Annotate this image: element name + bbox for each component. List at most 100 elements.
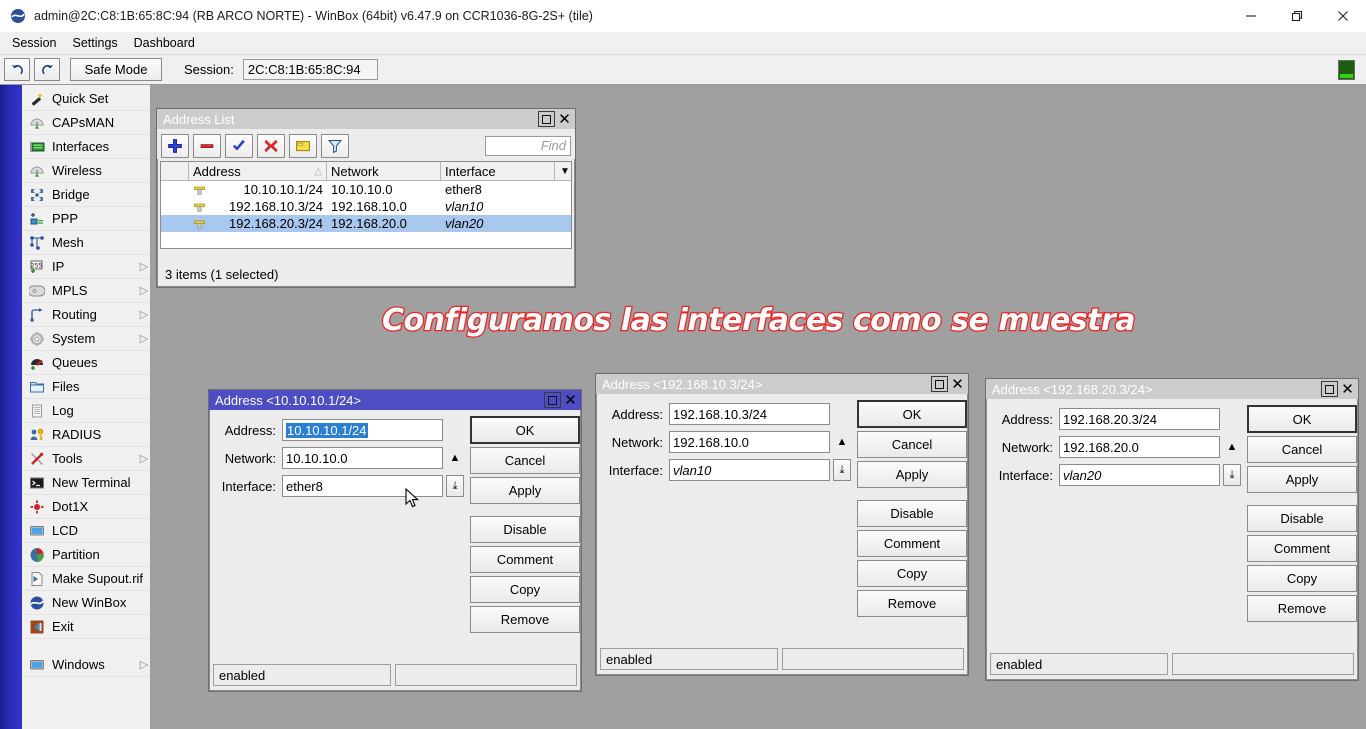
maximize-icon[interactable]	[544, 392, 561, 408]
comment-button[interactable]: Comment	[1247, 535, 1357, 562]
column-chooser-button[interactable]: ▼	[555, 162, 571, 180]
interface-input[interactable]: vlan20	[1059, 464, 1220, 486]
address-field-spacer	[1223, 408, 1241, 430]
cancel-button[interactable]: Cancel	[470, 447, 580, 474]
sidebar-item-interfaces[interactable]: Interfaces	[22, 135, 150, 159]
sidebar-item-bridge[interactable]: Bridge	[22, 183, 150, 207]
table-row[interactable]: 192.168.10.3/24 192.168.10.0 vlan10	[161, 198, 571, 215]
close-button[interactable]	[1320, 0, 1366, 32]
menu-item-settings[interactable]: Settings	[64, 34, 125, 52]
sidebar-item-system[interactable]: System ▷	[22, 327, 150, 351]
sidebar-item-queues[interactable]: Queues	[22, 351, 150, 375]
column-header-network[interactable]: Network	[327, 162, 441, 180]
sidebar-item-mesh[interactable]: Mesh	[22, 231, 150, 255]
network-input[interactable]: 192.168.20.0	[1059, 436, 1220, 458]
close-icon[interactable]: ✕	[949, 376, 966, 392]
sidebar-item-tools[interactable]: Tools ▷	[22, 447, 150, 471]
apply-button[interactable]: Apply	[470, 477, 580, 504]
copy-button[interactable]: Copy	[470, 576, 580, 603]
redo-button[interactable]	[34, 58, 60, 81]
address-input[interactable]: 192.168.20.3/24	[1059, 408, 1220, 430]
ok-button[interactable]: OK	[470, 416, 580, 444]
undo-button[interactable]	[4, 58, 30, 81]
find-input[interactable]: Find	[485, 136, 571, 156]
filter-button[interactable]	[321, 134, 349, 158]
remove-button[interactable]	[193, 134, 221, 158]
cancel-button[interactable]: Cancel	[1247, 436, 1357, 463]
interface-dropdown-icon[interactable]: ⤓	[1223, 464, 1241, 486]
interface-dropdown-icon[interactable]: ⤓	[446, 475, 464, 497]
sidebar-item-lcd[interactable]: LCD	[22, 519, 150, 543]
close-icon[interactable]: ✕	[562, 392, 579, 408]
maximize-icon[interactable]	[931, 376, 948, 392]
disable-button[interactable]: Disable	[470, 516, 580, 543]
menu-item-dashboard[interactable]: Dashboard	[126, 34, 203, 52]
copy-button[interactable]: Copy	[857, 560, 967, 587]
close-icon[interactable]: ✕	[1339, 381, 1356, 397]
sidebar-item-new-winbox[interactable]: New WinBox	[22, 591, 150, 615]
network-collapse-arrow-icon[interactable]: ▲	[1223, 436, 1241, 458]
comment-button[interactable]: Comment	[857, 530, 967, 557]
disable-button[interactable]: Disable	[1247, 505, 1357, 532]
menu-item-session[interactable]: Session	[4, 34, 64, 52]
column-header-interface[interactable]: Interface	[441, 162, 555, 180]
restore-button[interactable]	[1274, 0, 1320, 32]
network-collapse-arrow-icon[interactable]: ▲	[833, 431, 851, 453]
sidebar-item-capsman[interactable]: CAPsMAN	[22, 111, 150, 135]
network-input[interactable]: 10.10.10.0	[282, 447, 443, 469]
interface-dropdown-icon[interactable]: ⤓	[833, 459, 851, 481]
apply-button[interactable]: Apply	[857, 461, 967, 488]
comment-button[interactable]	[289, 134, 317, 158]
address-dialog-3-titlebar[interactable]: Address <192.168.20.3/24> ✕	[986, 379, 1358, 399]
address-dialog-3-fields: Address: 192.168.20.3/24 Network: 192.16…	[991, 405, 1241, 680]
network-input[interactable]: 192.168.10.0	[669, 431, 830, 453]
sidebar-item-quick-set[interactable]: Quick Set	[22, 87, 150, 111]
address-input[interactable]: 10.10.10.1/24	[282, 419, 443, 441]
copy-button[interactable]: Copy	[1247, 565, 1357, 592]
sidebar-item-dot1x[interactable]: Dot1X	[22, 495, 150, 519]
table-row[interactable]: 10.10.10.1/24 10.10.10.0 ether8	[161, 181, 571, 198]
disable-button[interactable]: Disable	[857, 500, 967, 527]
safe-mode-button[interactable]: Safe Mode	[70, 58, 162, 81]
interface-input[interactable]: vlan10	[669, 459, 830, 481]
sidebar-item-wireless[interactable]: Wireless	[22, 159, 150, 183]
address-dialog-2-titlebar[interactable]: Address <192.168.10.3/24> ✕	[596, 374, 968, 394]
table-row[interactable]: 192.168.20.3/24 192.168.20.0 vlan20	[161, 215, 571, 232]
sidebar-item-mpls[interactable]: MPLS ▷	[22, 279, 150, 303]
network-collapse-arrow-icon[interactable]: ▲	[446, 447, 464, 469]
remove-button[interactable]: Remove	[857, 590, 967, 617]
sidebar-item-exit[interactable]: Exit	[22, 615, 150, 639]
enable-button[interactable]	[225, 134, 253, 158]
remove-button[interactable]: Remove	[470, 606, 580, 633]
cancel-button[interactable]: Cancel	[857, 431, 967, 458]
minimize-button[interactable]	[1228, 0, 1274, 32]
sidebar-item-radius[interactable]: RADIUS	[22, 423, 150, 447]
column-header-flag[interactable]	[161, 162, 189, 180]
address-dialog-1-titlebar[interactable]: Address <10.10.10.1/24> ✕	[209, 390, 581, 410]
sidebar-item-ip[interactable]: 255 IP ▷	[22, 255, 150, 279]
maximize-icon[interactable]	[1321, 381, 1338, 397]
ok-button[interactable]: OK	[1247, 405, 1357, 433]
sidebar-item-windows[interactable]: Windows ▷	[22, 653, 150, 677]
disable-button[interactable]	[257, 134, 285, 158]
sidebar-item-make-supout[interactable]: Make Supout.rif	[22, 567, 150, 591]
close-icon[interactable]: ✕	[556, 111, 573, 127]
session-value[interactable]: 2C:C8:1B:65:8C:94	[243, 59, 378, 80]
sidebar-item-log[interactable]: Log	[22, 399, 150, 423]
comment-button[interactable]: Comment	[470, 546, 580, 573]
sidebar-item-ppp[interactable]: PPP	[22, 207, 150, 231]
sidebar-item-label: Dot1X	[52, 499, 138, 514]
apply-button[interactable]: Apply	[1247, 466, 1357, 493]
address-input[interactable]: 192.168.10.3/24	[669, 403, 830, 425]
sidebar-item-new-terminal[interactable]: New Terminal	[22, 471, 150, 495]
add-button[interactable]	[161, 134, 189, 158]
interface-input[interactable]: ether8	[282, 475, 443, 497]
sidebar-item-partition[interactable]: Partition	[22, 543, 150, 567]
sidebar-item-routing[interactable]: Routing ▷	[22, 303, 150, 327]
remove-button[interactable]: Remove	[1247, 595, 1357, 622]
maximize-icon[interactable]	[538, 111, 555, 127]
address-list-titlebar[interactable]: Address List ✕	[157, 109, 575, 129]
ok-button[interactable]: OK	[857, 400, 967, 428]
column-header-address[interactable]: Address △	[189, 162, 327, 180]
sidebar-item-files[interactable]: Files	[22, 375, 150, 399]
